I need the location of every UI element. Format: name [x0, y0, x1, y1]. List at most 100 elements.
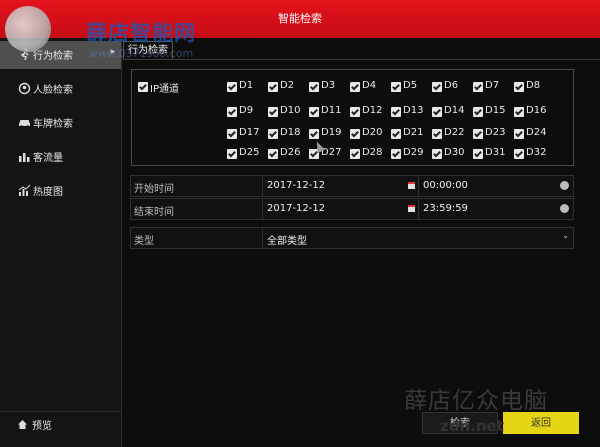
channel-label: D17	[239, 127, 260, 138]
channel-checkbox[interactable]	[391, 129, 401, 139]
start-time-row: 开始时间 2017-12-12 00:00:00	[130, 175, 574, 197]
watermark-logo	[5, 6, 51, 52]
channel-checkbox[interactable]	[268, 82, 278, 92]
ip-channel-checkbox[interactable]	[138, 82, 148, 92]
sidebar-item-label: 热度图	[33, 187, 63, 198]
sidebar-item-plate-search[interactable]: 车牌检索	[0, 109, 121, 137]
channel-label: D18	[280, 127, 301, 138]
channel-checkbox[interactable]	[350, 129, 360, 139]
channel-label: D16	[526, 105, 547, 116]
channel-checkbox[interactable]	[473, 129, 483, 139]
calendar-icon[interactable]	[408, 182, 415, 189]
divider	[262, 228, 263, 248]
channel-label: D8	[526, 80, 541, 91]
sidebar-item-people-counting[interactable]: 客流量	[0, 143, 121, 171]
channel-label: D6	[444, 80, 459, 91]
back-button[interactable]: 返回	[503, 412, 579, 434]
channel-label: D24	[526, 127, 547, 138]
end-date-field[interactable]: 2017-12-12	[267, 203, 325, 214]
channel-checkbox[interactable]	[432, 129, 442, 139]
channel-checkbox[interactable]	[309, 82, 319, 92]
calendar-icon[interactable]	[408, 205, 415, 212]
clock-icon[interactable]	[560, 204, 569, 213]
channel-label: D7	[485, 80, 500, 91]
watermark-bottom: 薛店亿众电脑	[404, 388, 548, 414]
ip-channel-label: IP通道	[150, 84, 179, 95]
channel-checkbox[interactable]	[227, 149, 237, 159]
channel-checkbox[interactable]	[391, 82, 401, 92]
sidebar-item-label: 人脸检索	[33, 85, 73, 96]
start-date-field[interactable]: 2017-12-12	[267, 180, 325, 191]
channel-checkbox[interactable]	[309, 129, 319, 139]
channel-checkbox[interactable]	[350, 82, 360, 92]
channel-label: D25	[239, 147, 260, 158]
channel-checkbox[interactable]	[350, 149, 360, 159]
start-time-field[interactable]: 00:00:00	[423, 180, 468, 191]
channel-checkbox[interactable]	[227, 129, 237, 139]
channel-label: D26	[280, 147, 301, 158]
channel-checkbox[interactable]	[227, 82, 237, 92]
sidebar-item-face-search[interactable]: 人脸检索	[0, 75, 121, 103]
watermark-url: www.0371s60.com	[89, 47, 194, 60]
start-time-label: 开始时间	[134, 184, 174, 195]
type-select[interactable]: 全部类型	[267, 232, 307, 247]
end-time-row: 结束时间 2017-12-12 23:59:59	[130, 198, 574, 220]
bar-chart-icon	[18, 184, 31, 196]
channel-label: D3	[321, 80, 336, 91]
channel-checkbox[interactable]	[268, 149, 278, 159]
clock-icon[interactable]	[560, 181, 569, 190]
window-title: 智能检索	[278, 12, 322, 25]
channel-label: D9	[239, 105, 254, 116]
channel-label: D31	[485, 147, 506, 158]
channel-checkbox[interactable]	[473, 149, 483, 159]
channel-label: D21	[403, 127, 424, 138]
channel-label: D14	[444, 105, 465, 116]
channel-label: D4	[362, 80, 377, 91]
channel-checkbox[interactable]	[514, 129, 524, 139]
channel-label: D2	[280, 80, 295, 91]
channel-label: D10	[280, 105, 301, 116]
divider	[262, 199, 263, 219]
sidebar-item-label: 客流量	[33, 153, 63, 164]
people-counting-icon	[19, 153, 30, 162]
channel-checkbox[interactable]	[391, 107, 401, 117]
channel-checkbox[interactable]	[268, 107, 278, 117]
divider	[262, 176, 263, 196]
chevron-down-icon[interactable]: ⌄	[562, 231, 569, 240]
channel-label: D23	[485, 127, 506, 138]
channel-checkbox[interactable]	[350, 107, 360, 117]
channel-checkbox[interactable]	[268, 129, 278, 139]
channel-checkbox[interactable]	[514, 82, 524, 92]
type-label: 类型	[134, 236, 154, 247]
channel-checkbox[interactable]	[432, 149, 442, 159]
channel-checkbox[interactable]	[514, 149, 524, 159]
end-time-field[interactable]: 23:59:59	[423, 203, 468, 214]
home-icon	[18, 420, 27, 429]
sidebar-item-heatmap[interactable]: 热度图	[0, 177, 121, 205]
channel-label: D13	[403, 105, 424, 116]
divider	[418, 176, 419, 196]
channel-label: D30	[444, 147, 465, 158]
channel-label: D12	[362, 105, 383, 116]
channel-checkbox[interactable]	[473, 82, 483, 92]
channel-checkbox[interactable]	[473, 107, 483, 117]
watermark-bottom-url: zdn.net	[440, 417, 504, 435]
channel-label: D32	[526, 147, 547, 158]
channel-checkbox[interactable]	[227, 107, 237, 117]
sidebar-item-label: 车牌检索	[33, 119, 73, 130]
tab-divider	[123, 59, 600, 60]
channel-label: D28	[362, 147, 383, 158]
preview-button[interactable]: 预览	[0, 411, 121, 437]
channel-panel: IP通道 D1 D2 D3 D4 D5 D6 D7 D8 D9 D10 D11 D12 D13 D14 D1…	[131, 69, 574, 166]
face-icon	[18, 82, 31, 95]
channel-label: D29	[403, 147, 424, 158]
channel-label: D15	[485, 105, 506, 116]
channel-checkbox[interactable]	[432, 82, 442, 92]
divider	[418, 199, 419, 219]
end-time-label: 结束时间	[134, 207, 174, 218]
channel-checkbox[interactable]	[391, 149, 401, 159]
channel-checkbox[interactable]	[309, 107, 319, 117]
channel-checkbox[interactable]	[432, 107, 442, 117]
sidebar: 行为检索 ▸ 人脸检索 车牌检索 客流量 热度图 预览	[0, 38, 122, 447]
channel-checkbox[interactable]	[514, 107, 524, 117]
